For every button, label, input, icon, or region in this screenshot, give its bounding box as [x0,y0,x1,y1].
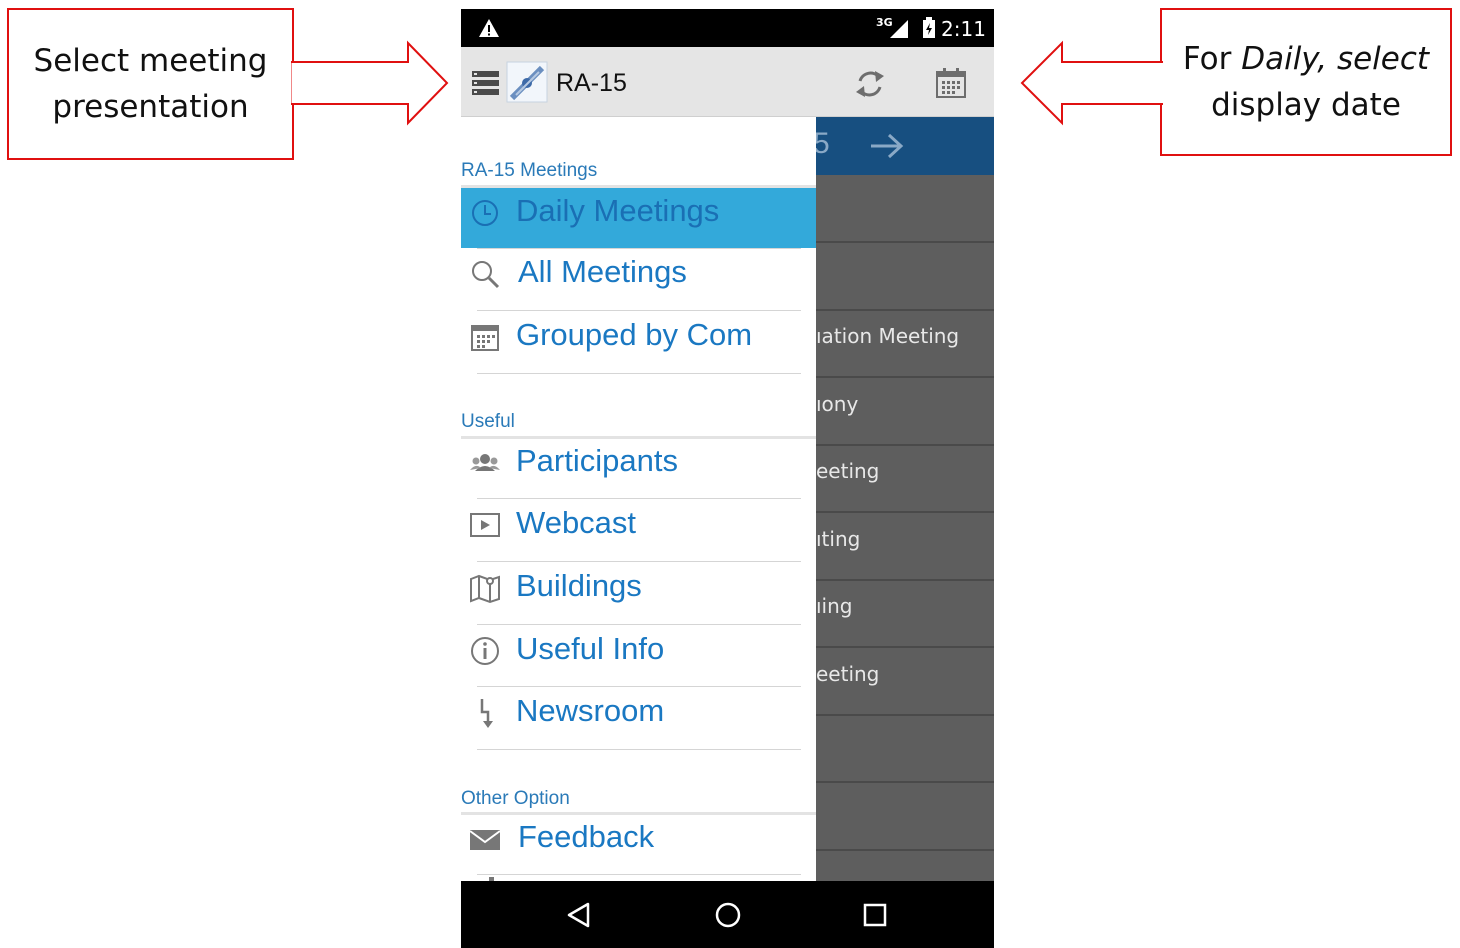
background-row-text: ıting [816,526,861,551]
search-icon [472,261,500,289]
background-row-text: eeting [816,459,880,483]
menu-label: Daily Meetings [516,193,720,228]
menu-item-feedback[interactable]: Feedback [461,814,816,874]
menu-item-buildings[interactable]: Buildings [461,563,816,623]
menu-label: Feedback [518,819,655,854]
refresh-icon[interactable] [853,67,887,101]
background-list-row [816,715,994,783]
section-header-other-option: Other Option [461,788,570,809]
background-list-row: eeting [816,445,994,513]
system-nav-bar [461,881,994,948]
item-divider [477,624,801,625]
menu-label: Participants [516,443,678,478]
item-divider [477,310,801,311]
drawer-toggle-icon[interactable] [471,69,501,97]
item-divider [477,373,801,374]
menu-item-newsroom[interactable]: Newsroom [461,688,816,748]
callout-left-line2: presentation [52,89,249,125]
status-bar: 3G 2:11 [461,9,994,47]
menu-label: Webcast [516,505,637,540]
callout-left: Select meeting presentation [7,8,294,160]
menu-item-daily-meetings[interactable]: Daily Meetings [461,188,816,248]
navigation-drawer: RA-15 Meetings Daily Meetings All Meetin… [461,117,816,881]
background-row-text: ıing [816,594,853,618]
menu-item-participants[interactable]: Participants [461,438,816,498]
background-list-row [816,175,994,243]
menu-item-grouped-by-com[interactable]: Grouped by Com [461,312,816,372]
section-header-meetings: RA-15 Meetings [461,160,598,181]
callout-right: For Daily, select display date [1160,8,1452,156]
section-header-useful: Useful [461,411,515,432]
play-icon [470,513,500,537]
arrow-left-icon [1020,40,1164,126]
background-list-row: ıation Meeting [816,310,994,378]
battery-icon [923,17,935,38]
background-row-text: ıony [816,391,859,416]
phone-screen: 3G 2:11 RA-15 5 ıation Meeting ıony eeti… [461,9,994,948]
recents-icon[interactable] [863,903,887,927]
newsroom-icon [480,699,493,728]
item-divider [477,561,801,562]
background-list-row [816,243,994,311]
menu-label: All Meetings [518,254,687,289]
background-row-text: eeting [816,661,880,686]
menu-label: Newsroom [516,693,665,728]
item-divider [477,498,801,499]
app-logo-icon [506,61,548,103]
signal-icon [890,20,908,38]
clock-icon [472,200,498,226]
item-divider [477,749,801,750]
app-toolbar: RA-15 [461,47,994,117]
menu-item-useful-info[interactable]: Useful Info [461,626,816,686]
background-list-row: eeting [816,648,994,716]
warning-icon [479,19,499,37]
menu-label: Useful Info [516,631,665,666]
callout-right-line2: display date [1211,87,1401,123]
menu-label: Grouped by Com [516,317,753,352]
background-list-row [816,783,994,851]
menu-item-webcast[interactable]: Webcast [461,500,816,560]
calendar-icon[interactable] [935,67,967,99]
menu-label: Buildings [516,568,642,603]
menu-item-all-meetings[interactable]: All Meetings [461,249,816,309]
home-icon[interactable] [714,901,742,929]
info-icon [471,637,499,665]
calendar-icon [471,325,499,351]
clock-time: 2:11 [941,17,986,41]
map-icon [470,574,500,604]
background-list-row: ıting [816,513,994,581]
item-divider [477,686,801,687]
item-divider [477,874,801,875]
people-icon [470,454,500,471]
arrow-right-nav-icon[interactable] [867,131,907,161]
back-icon[interactable] [566,902,592,928]
background-list-row: ıing [816,580,994,648]
callout-right-prefix: For [1182,41,1242,77]
callout-right-emphasis: Daily, select [1241,41,1430,77]
arrow-right-icon [291,40,449,126]
background-list-row: ıony [816,378,994,446]
mail-icon [469,830,501,850]
background-row-text: ıation Meeting [816,324,960,348]
callout-left-line1: Select meeting [33,43,268,79]
toolbar-title: RA-15 [556,69,627,97]
